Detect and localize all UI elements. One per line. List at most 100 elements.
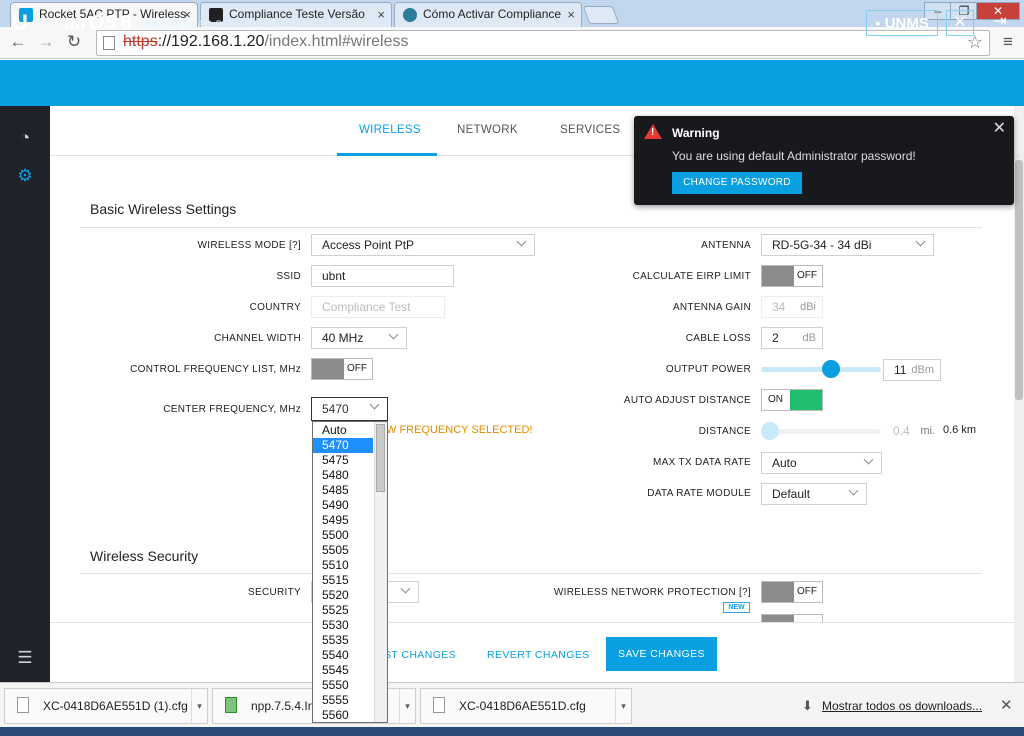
channel-width-value: 40 MHz <box>322 331 364 345</box>
toggle-knob <box>762 615 794 622</box>
dropdown-scrollbar-thumb[interactable] <box>376 424 385 492</box>
url-scheme: https <box>123 33 158 50</box>
new-tab-button[interactable] <box>582 6 620 24</box>
revert-changes-button[interactable]: REVERT CHANGES <box>487 649 590 661</box>
tab-close-icon[interactable]: × <box>377 3 385 26</box>
frequency-option[interactable]: 5555 <box>313 693 373 708</box>
log-icon[interactable]: ☰ <box>14 647 36 669</box>
download-arrow-icon: ⬇ <box>802 698 813 713</box>
cable-loss-unit: dB <box>802 332 816 344</box>
antenna-gain-field: 34 dBi <box>761 296 823 318</box>
frequency-option[interactable]: 5495 <box>313 513 373 528</box>
chevron-down-icon <box>863 454 874 465</box>
auto-adjust-distance-toggle[interactable]: ON <box>761 389 823 411</box>
toggle-state: OFF <box>347 363 367 374</box>
distance-value: 0.4 <box>893 424 910 438</box>
dashboard-icon[interactable]: ◔ <box>14 127 36 149</box>
frequency-option[interactable]: 5530 <box>313 618 373 633</box>
frequency-option[interactable]: 5520 <box>313 588 373 603</box>
warning-triangle-icon: ! <box>644 124 662 139</box>
output-power-input[interactable]: 11 dBm <box>883 359 941 381</box>
wireless-network-protection-toggle[interactable]: OFF <box>761 581 823 603</box>
frequency-option[interactable]: 5500 <box>313 528 373 543</box>
toggle-knob <box>762 266 794 286</box>
version-mark: 8 <box>120 12 132 34</box>
section-divider <box>80 227 982 228</box>
frequency-option[interactable]: 5540 <box>313 648 373 663</box>
file-icon <box>433 697 445 713</box>
close-icon[interactable]: ✕ <box>993 118 1006 138</box>
frequency-option[interactable]: Auto <box>313 423 373 438</box>
frequency-option[interactable]: 5515 <box>313 573 373 588</box>
forward-arrow-icon[interactable]: → <box>34 31 58 55</box>
antenna-select[interactable]: RD-5G-34 - 34 dBi <box>761 234 934 256</box>
frequency-option[interactable]: 5475 <box>313 453 373 468</box>
warning-title: Warning <box>672 126 720 140</box>
auto-adjust-distance-label: AUTO ADJUST DISTANCE <box>623 395 751 406</box>
url-path: /index.html#wireless <box>264 33 409 50</box>
chevron-down-icon <box>369 399 380 410</box>
output-power-slider[interactable] <box>761 360 881 378</box>
download-item[interactable]: XC-0418D6AE551D (1).cfg ▾ <box>4 688 208 724</box>
download-item[interactable]: XC-0418D6AE551D.cfg ▾ <box>420 688 632 724</box>
wireless-mode-select[interactable]: Access Point PtP <box>311 234 535 256</box>
center-frequency-select[interactable]: 5470 <box>311 397 388 421</box>
distance-field: 0.4 mi. <box>883 421 941 443</box>
frequency-option[interactable]: 5505 <box>313 543 373 558</box>
show-all-downloads-link[interactable]: Mostrar todos os downloads... <box>822 699 982 713</box>
country-field: Compliance Test <box>311 296 445 318</box>
frequency-option[interactable]: 5490 <box>313 498 373 513</box>
ssid-input[interactable]: ubnt <box>311 265 454 287</box>
frequency-option[interactable]: 5510 <box>313 558 373 573</box>
antenna-gain-unit: dBi <box>800 301 816 313</box>
logout-icon[interactable]: ⇥ <box>986 10 1014 36</box>
channel-width-select[interactable]: 40 MHz <box>311 327 407 349</box>
address-bar[interactable]: https://192.168.1.20/index.html#wireless… <box>96 30 990 56</box>
frequency-option[interactable]: 5560 <box>313 708 373 722</box>
cable-loss-input[interactable]: 2 dB <box>761 327 823 349</box>
slider-track <box>761 367 881 372</box>
toggle-knob <box>790 390 822 410</box>
ssid-label: SSID <box>276 271 301 282</box>
chevron-down-icon[interactable]: ▾ <box>399 689 415 723</box>
unms-button[interactable]: ● UNMS <box>866 10 938 36</box>
browser-tab-como[interactable]: Cómo Activar Compliance × <box>394 2 582 27</box>
control-frequency-list-label: CONTROL FREQUENCY LIST, MHz <box>130 364 301 375</box>
secondary-toggle-partial[interactable] <box>761 614 823 622</box>
page-scrollbar-thumb[interactable] <box>1015 160 1023 400</box>
change-password-button[interactable]: CHANGE PASSWORD <box>672 172 802 194</box>
tab-close-icon[interactable]: × <box>567 3 575 26</box>
frequency-option[interactable]: 5485 <box>313 483 373 498</box>
tab-wireless[interactable]: WIRELESS <box>359 124 421 136</box>
settings-gear-icon[interactable]: ⚙ <box>14 165 36 187</box>
download-filename: XC-0418D6AE551D (1).cfg <box>43 699 188 713</box>
data-rate-module-select[interactable]: Default <box>761 483 867 505</box>
frequency-option[interactable]: 5470 <box>313 438 373 453</box>
slider-knob[interactable] <box>822 360 840 378</box>
frequency-option[interactable]: 5545 <box>313 663 373 678</box>
tab-network[interactable]: NETWORK <box>457 124 518 136</box>
frequency-option[interactable]: 5550 <box>313 678 373 693</box>
save-changes-button[interactable]: SAVE CHANGES <box>606 637 717 671</box>
distance-label: DISTANCE <box>698 426 751 437</box>
test-changes-button[interactable]: ST CHANGES <box>384 649 456 661</box>
chevron-down-icon[interactable]: ▾ <box>191 689 207 723</box>
antenna-gain-value: 34 <box>772 300 786 314</box>
distance-unit: mi. <box>920 425 935 437</box>
frequency-option[interactable]: 5535 <box>313 633 373 648</box>
wireless-mode-value: Access Point PtP <box>322 238 415 252</box>
chevron-down-icon[interactable]: ▾ <box>615 689 631 723</box>
tab-services[interactable]: SERVICES <box>560 124 620 136</box>
country-label: COUNTRY <box>249 302 301 313</box>
output-power-value: 11 <box>894 363 907 377</box>
control-frequency-list-toggle[interactable]: OFF <box>311 358 373 380</box>
center-frequency-dropdown[interactable]: Auto 5470 5475 5480 5485 5490 5495 5500 5505 5510… <box>312 421 388 723</box>
tools-icon[interactable]: ✕ <box>946 10 974 36</box>
frequency-option[interactable]: 5480 <box>313 468 373 483</box>
calculate-eirp-toggle[interactable]: OFF <box>761 265 823 287</box>
close-downloads-bar-button[interactable]: ✕ <box>1000 696 1013 714</box>
max-tx-rate-select[interactable]: Auto <box>761 452 882 474</box>
distance-km: 0.6 km <box>943 424 977 436</box>
toggle-state: ON <box>768 394 783 405</box>
frequency-option[interactable]: 5525 <box>313 603 373 618</box>
